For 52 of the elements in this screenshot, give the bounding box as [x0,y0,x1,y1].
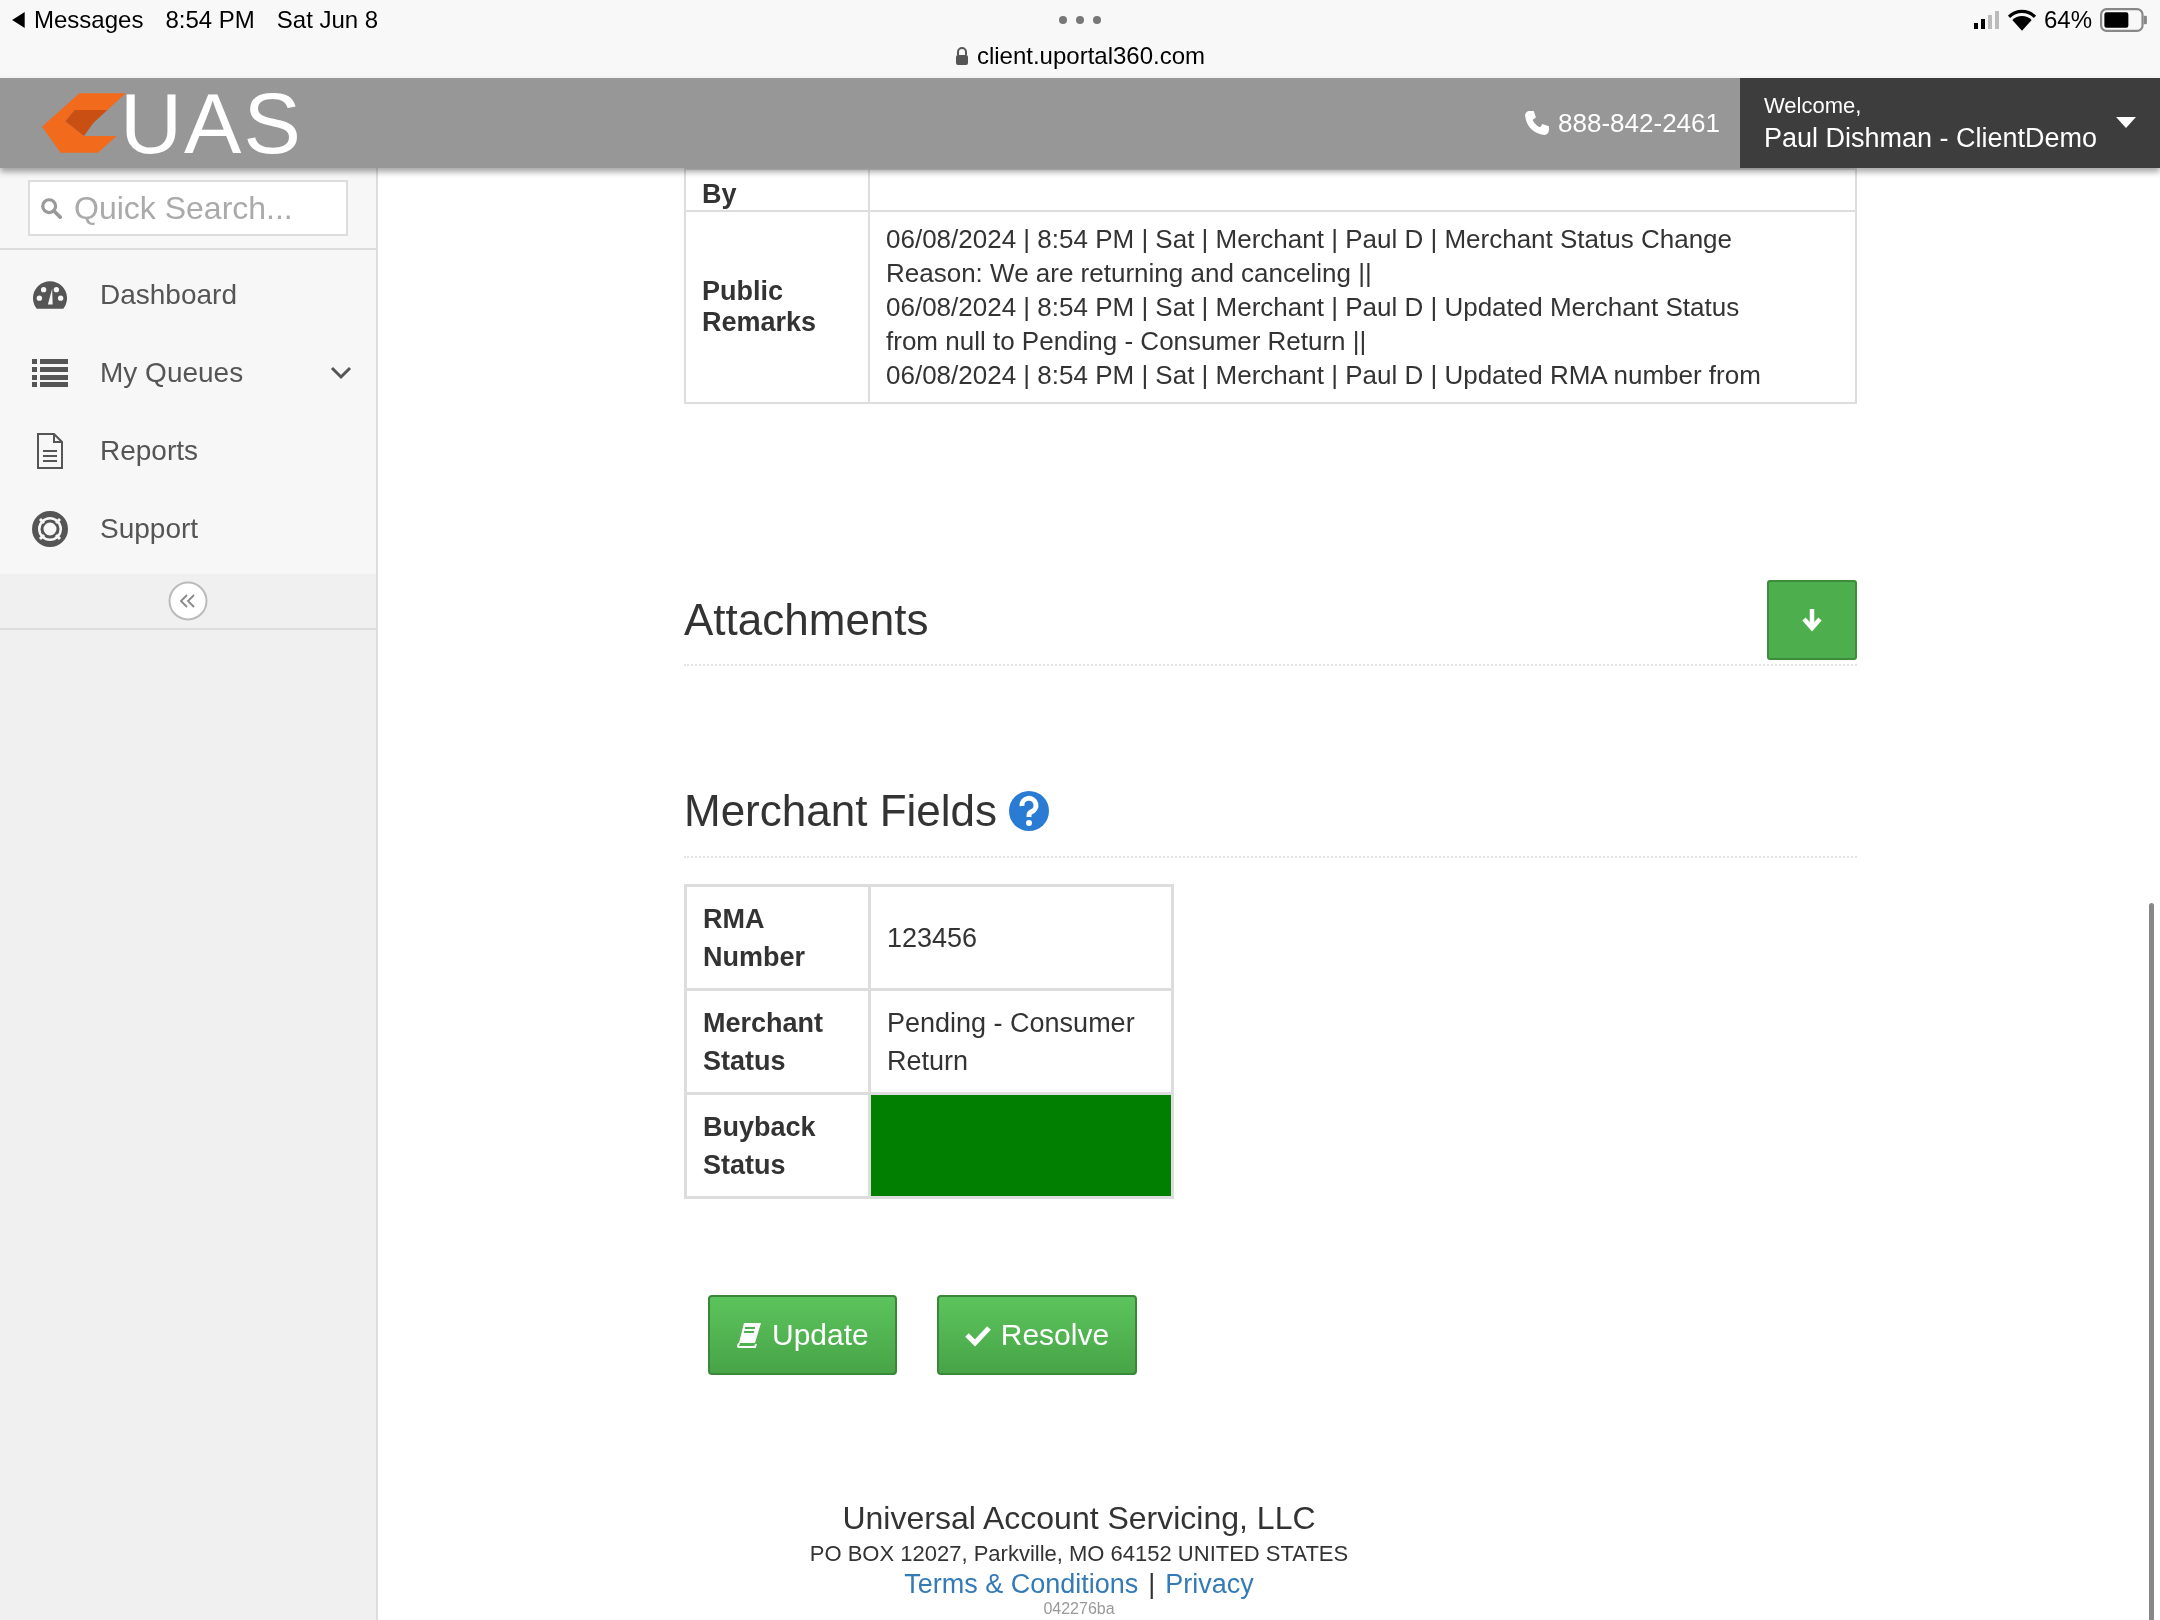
logo-icon [42,93,126,153]
field-label: Buyback Status [685,1093,870,1198]
section-title: Merchant Fields [684,786,997,836]
battery-percent: 64% [2043,6,2092,34]
remark-line: 06/08/2024 | 8:54 PM | Sat | Merchant | Paul D | Updated RMA number from [886,359,1762,392]
caret-icon [2116,117,2136,129]
user-menu[interactable]: Welcome, Paul Dishman - ClientDemo [1740,78,2160,168]
section-title: Attachments [684,595,929,645]
back-icon[interactable] [12,12,26,28]
book-icon [736,1322,762,1348]
version-code: 042276ba [1043,1600,1115,1618]
remark-line: 06/08/2024 | 8:54 PM | Sat | Merchant | Paul D | Updated Merchant Status [886,291,1741,324]
help-icon[interactable] [1009,791,1049,831]
field-value: 123456 [869,885,1173,990]
company-address: PO BOX 12027, Parkville, MO 64152 UNITED STATES [809,1541,1349,1567]
search-icon [40,195,62,221]
field-label: RMA Number [685,885,870,990]
nav-item[interactable]: Dashboard [0,256,376,334]
status-date: Sat Jun 8 [276,6,379,34]
field-label: Merchant Status [685,989,870,1094]
nav-item[interactable]: Reports [0,412,376,490]
back-link[interactable]: Messages [34,6,144,34]
terms-link[interactable]: Terms & Conditions [904,1569,1139,1600]
search-field[interactable]: Quick Search... [28,180,348,236]
dashboard-icon [33,281,67,309]
lifebuoy-icon [32,511,68,547]
url-text[interactable]: client.uportal360.com [976,42,1206,70]
company-name: Universal Account Servicing, LLC [842,1500,1316,1537]
signal-icon [1973,11,2000,29]
lock-icon [954,47,969,65]
nav-item[interactable]: Support [0,490,376,568]
battery-icon [2100,8,2148,32]
link-separator: | [1148,1569,1156,1600]
collapse-icon[interactable] [168,581,208,621]
field-label: By [685,169,869,211]
list-icon [32,359,68,387]
privacy-link[interactable]: Privacy [1165,1569,1254,1600]
download-icon [1799,607,1825,633]
wifi-icon [2007,9,2036,31]
more-icon[interactable] [1058,15,1102,25]
download-button[interactable] [1767,580,1857,660]
user-name: Paul Dishman - ClientDemo [1764,122,2098,154]
chevron-down-icon [330,366,352,380]
status-time: 8:54 PM [165,6,255,34]
remark-line: Reason: We are returning and canceling || [886,257,1373,290]
remark-line: from null to Pending - Consumer Return || [886,325,1368,358]
phone-icon [1524,110,1551,136]
welcome-label: Welcome, [1764,92,1863,119]
scrollbar[interactable] [2149,903,2154,1620]
nav-item[interactable]: My Queues [0,334,376,412]
field-label: Public Remarks [685,211,869,403]
remark-line: 06/08/2024 | 8:54 PM | Sat | Merchant | Paul D | Merchant Status Change [886,223,1733,256]
